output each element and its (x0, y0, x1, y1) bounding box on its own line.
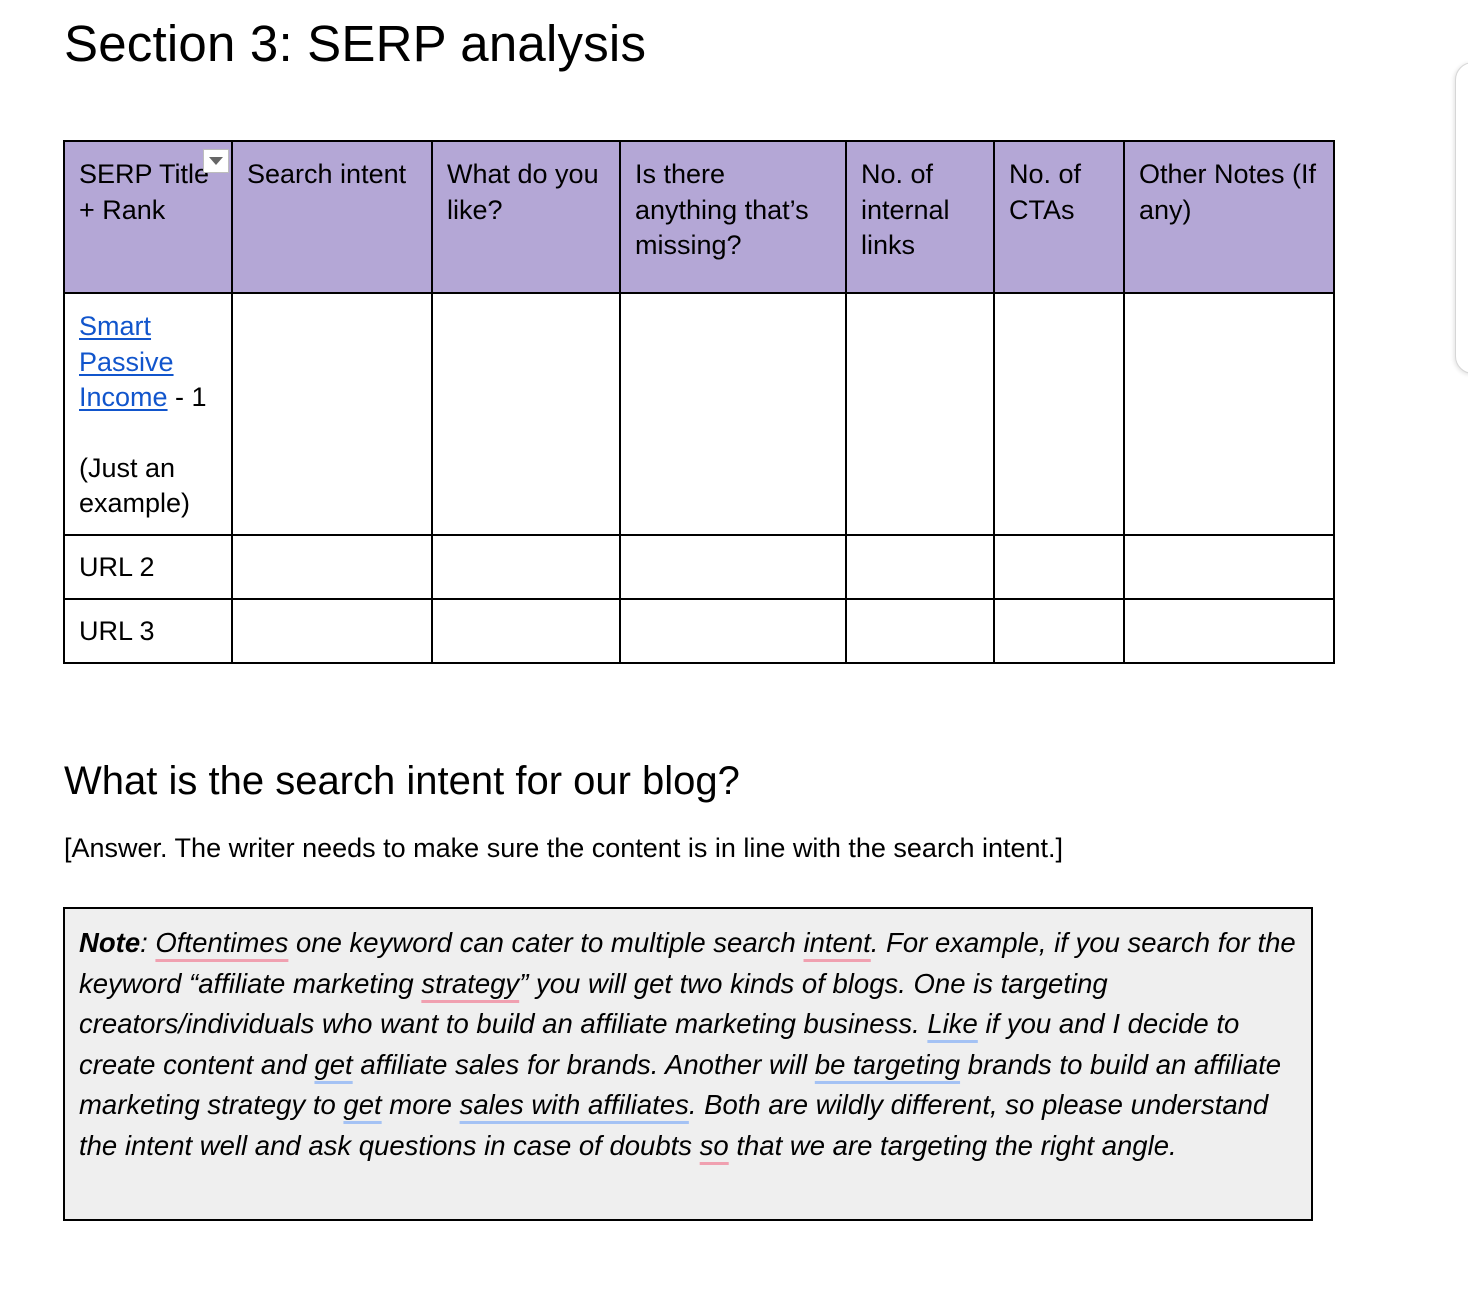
grammar-flag-word[interactable]: get (343, 1089, 381, 1120)
spelling-flag-word[interactable]: strategy (421, 968, 519, 999)
header-what-do-you-like[interactable]: What do you like? (431, 140, 621, 294)
note-segment: : (140, 927, 156, 958)
header-label: Search intent (247, 159, 407, 189)
table-row: URL 2 (63, 534, 1335, 600)
table-cell[interactable] (431, 292, 621, 536)
header-ctas[interactable]: No. of CTAs (993, 140, 1125, 294)
table-cell[interactable] (1123, 534, 1335, 600)
table-cell[interactable] (993, 292, 1125, 536)
table-cell[interactable] (431, 598, 621, 664)
header-anything-missing[interactable]: Is there anything that’s missing? (619, 140, 847, 294)
grammar-flag-word[interactable]: get (314, 1049, 352, 1080)
header-label: Other Notes (If any) (1139, 159, 1317, 225)
table-cell[interactable] (619, 292, 847, 536)
url-label: URL 2 (79, 552, 155, 582)
answer-placeholder[interactable]: [Answer. The writer needs to make sure t… (64, 829, 1063, 867)
column-dropdown-button[interactable] (203, 149, 229, 173)
table-cell[interactable] (1123, 292, 1335, 536)
table-cell[interactable] (619, 534, 847, 600)
table-cell[interactable] (231, 292, 433, 536)
table-cell[interactable] (431, 534, 621, 600)
serp-link-smart-passive-income[interactable]: Smart Passive Income (79, 311, 174, 412)
chevron-down-icon (209, 157, 223, 165)
table-cell[interactable] (845, 292, 995, 536)
table-cell[interactable] (1123, 598, 1335, 664)
table-cell-serp-title[interactable]: Smart Passive Income - 1 (Just an exampl… (63, 292, 233, 536)
page-title: Section 3: SERP analysis (64, 15, 647, 72)
grammar-flag-word[interactable]: sales with affiliates (460, 1089, 689, 1120)
table-cell-serp-title[interactable]: URL 2 (63, 534, 233, 600)
url-label: URL 3 (79, 616, 155, 646)
table-cell[interactable] (845, 534, 995, 600)
table-cell[interactable] (845, 598, 995, 664)
table-cell[interactable] (993, 534, 1125, 600)
example-note: (Just an example) (79, 452, 191, 519)
note-segment: affiliate sales for brands. Another will (352, 1048, 815, 1080)
table-cell[interactable] (231, 534, 433, 600)
header-label: SERP Title + Rank (79, 159, 210, 225)
header-other-notes[interactable]: Other Notes (If any) (1123, 140, 1335, 294)
header-label: No. of CTAs (1009, 159, 1082, 225)
table-row: Smart Passive Income - 1 (Just an exampl… (63, 292, 1335, 536)
table-cell[interactable] (993, 598, 1125, 664)
side-panel-tab[interactable] (1455, 62, 1468, 374)
grammar-flag-word[interactable]: be targeting (815, 1049, 960, 1080)
header-internal-links[interactable]: No. of internal links (845, 140, 995, 294)
note-segment: that we are targeting the right angle. (728, 1129, 1177, 1161)
table-cell[interactable] (231, 598, 433, 664)
header-label: No. of internal links (861, 159, 950, 260)
rank-text: - 1 (167, 382, 207, 412)
spelling-flag-word[interactable]: so (700, 1130, 729, 1161)
header-label: Is there anything that’s missing? (635, 159, 809, 260)
header-search-intent[interactable]: Search intent (231, 140, 433, 294)
note-segment: one keyword can cater to multiple search (288, 927, 804, 958)
table-header-row: SERP Title + Rank Search intent What do … (63, 140, 1335, 294)
serp-analysis-table: SERP Title + Rank Search intent What do … (63, 140, 1335, 664)
note-segment: more (381, 1089, 460, 1120)
spelling-flag-word[interactable]: Oftentimes (155, 927, 288, 958)
note-label: Note (79, 927, 141, 958)
note-text: Note: Oftentimes one keyword can cater t… (79, 923, 1298, 1166)
spelling-flag-word[interactable]: intent (804, 927, 871, 958)
section-heading: What is the search intent for our blog? (64, 759, 740, 803)
table-row: URL 3 (63, 598, 1335, 664)
grammar-flag-word[interactable]: Like (927, 1008, 977, 1039)
header-label: What do you like? (447, 159, 599, 225)
table-cell-serp-title[interactable]: URL 3 (63, 598, 233, 664)
table-cell[interactable] (619, 598, 847, 664)
note-box[interactable]: Note: Oftentimes one keyword can cater t… (63, 907, 1313, 1221)
header-serp-title-rank[interactable]: SERP Title + Rank (63, 140, 233, 294)
